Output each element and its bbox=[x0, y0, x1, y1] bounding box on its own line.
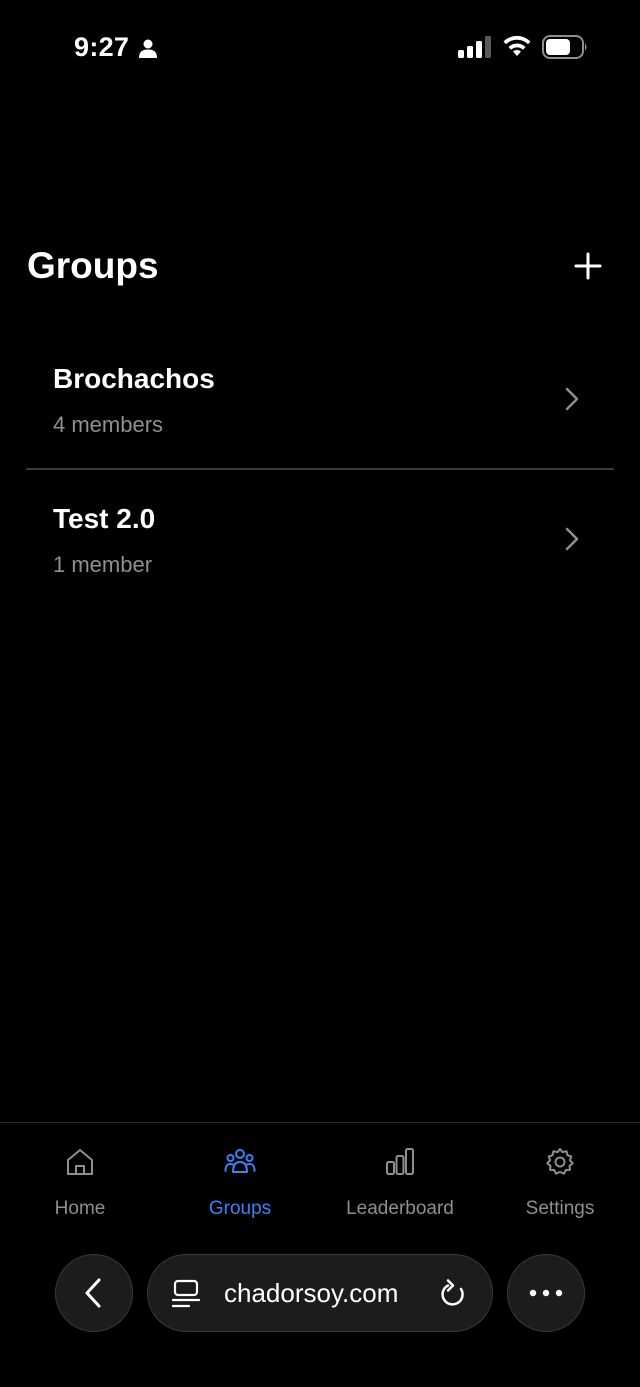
wifi-icon bbox=[503, 35, 531, 56]
bar-chart-icon bbox=[386, 1148, 414, 1175]
group-row[interactable]: Test 2.0 1 member bbox=[26, 470, 614, 608]
browser-toolbar: chadorsoy.com bbox=[0, 1248, 640, 1348]
tab-label: Groups bbox=[208, 1198, 272, 1219]
url-text: chadorsoy.com bbox=[224, 1278, 399, 1308]
chevron-right-icon bbox=[565, 527, 579, 551]
cellular-signal-icon bbox=[458, 36, 491, 58]
tab-label: Settings bbox=[525, 1198, 595, 1219]
back-button[interactable] bbox=[55, 1254, 133, 1332]
group-member-count: 4 members bbox=[53, 412, 164, 437]
group-name: Test 2.0 bbox=[53, 503, 156, 534]
more-icon bbox=[529, 1289, 563, 1297]
home-icon bbox=[67, 1149, 93, 1175]
reload-icon[interactable] bbox=[438, 1278, 468, 1310]
tab-label: Leaderboard bbox=[346, 1198, 454, 1219]
back-arrow-icon bbox=[85, 1278, 101, 1308]
groups-icon bbox=[224, 1149, 256, 1173]
status-bar: 9:27 bbox=[0, 0, 640, 96]
tab-label: Home bbox=[54, 1198, 106, 1219]
page-title: Groups bbox=[27, 245, 159, 286]
page-menu-icon bbox=[172, 1279, 200, 1308]
chevron-right-icon bbox=[565, 387, 579, 411]
group-member-count: 1 member bbox=[53, 552, 153, 577]
add-group-button[interactable] bbox=[566, 244, 610, 288]
tab-groups[interactable]: Groups bbox=[160, 1123, 320, 1233]
person-icon bbox=[139, 39, 157, 58]
plus-icon bbox=[574, 252, 602, 280]
tab-bar: Home Groups Leaderboard Settings bbox=[0, 1122, 640, 1243]
group-row[interactable]: Brochachos 4 members bbox=[26, 330, 614, 470]
tab-settings[interactable]: Settings bbox=[480, 1123, 640, 1233]
address-bar[interactable]: chadorsoy.com bbox=[147, 1254, 493, 1332]
status-time: 9:27 bbox=[74, 32, 130, 62]
gear-icon bbox=[546, 1148, 574, 1175]
group-name: Brochachos bbox=[53, 363, 215, 394]
group-list: Brochachos 4 members Test 2.0 1 member bbox=[26, 330, 614, 608]
tab-home[interactable]: Home bbox=[0, 1123, 160, 1233]
more-button[interactable] bbox=[507, 1254, 585, 1332]
battery-icon bbox=[542, 35, 587, 59]
tab-leaderboard[interactable]: Leaderboard bbox=[320, 1123, 480, 1233]
